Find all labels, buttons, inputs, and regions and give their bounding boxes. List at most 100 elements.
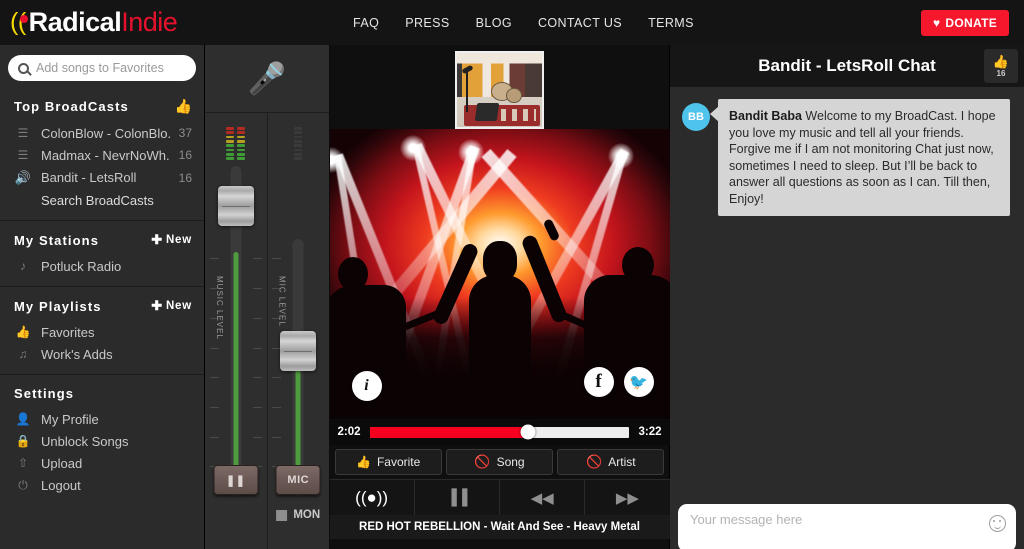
music-vu-meter — [226, 127, 246, 160]
sidebar-item-works-adds[interactable]: ♫ Work's Adds — [0, 343, 204, 365]
nav-item-terms[interactable]: TERMS — [648, 16, 694, 30]
like-count: 16 — [996, 68, 1006, 78]
music-level-label: MUSIC LEVEL — [214, 276, 224, 340]
now-playing-text: RED HOT REBELLION - Wait And See - Heavy… — [359, 521, 640, 533]
live-broadcast-button[interactable]: ((●)) — [329, 480, 415, 515]
main-nav: FAQ PRESS BLOG CONTACT US TERMS — [205, 16, 921, 30]
sidebar-item-colonblow[interactable]: ☰ ColonBlow - ColonBlo... 37 — [0, 122, 204, 144]
music-fader-knob[interactable] — [217, 185, 254, 226]
donate-label: DONATE — [945, 15, 997, 30]
ban-artist-button[interactable]: 🚫 Artist — [557, 449, 665, 475]
broadcast-tower-icon: ☰ — [17, 148, 29, 162]
webcam-thumbnail[interactable] — [455, 51, 544, 129]
mic-toggle-button[interactable]: MIC — [275, 465, 321, 495]
sidebar-item-madmax[interactable]: ☰ Madmax - NevrNoWh... 16 — [0, 144, 204, 166]
monitor-label: MON — [293, 509, 321, 521]
section-header: Top BroadCasts 👍 — [0, 92, 204, 122]
sidebar-item-unblock-songs[interactable]: 🔒 Unblock Songs — [0, 430, 204, 452]
album-artwork[interactable]: i f 🐦 — [329, 129, 670, 419]
sidebar-item-label: Search BroadCasts — [41, 192, 154, 208]
chat-input[interactable]: Your message here — [678, 504, 1016, 549]
previous-icon: ◀◀ — [530, 489, 554, 507]
broadcast-wave-icon: (( — [10, 8, 26, 36]
sidebar-item-label: Unblock Songs — [41, 433, 129, 449]
pause-button[interactable]: ▐▐ — [414, 480, 500, 515]
ban-song-button[interactable]: 🚫 Song — [445, 449, 554, 475]
thumbs-up-icon: 👍 — [15, 325, 31, 339]
nav-item-faq[interactable]: FAQ — [353, 16, 379, 30]
sidebar-item-favorites[interactable]: 👍 Favorites — [0, 321, 204, 343]
chat-header: Bandit - LetsRoll Chat 👍 16 — [670, 45, 1024, 87]
donate-button[interactable]: ♥ DONATE — [920, 9, 1009, 36]
section-title: Top BroadCasts — [14, 99, 129, 114]
monitor-toggle[interactable]: MON — [276, 509, 320, 521]
facebook-share-button[interactable]: f — [583, 367, 614, 397]
sidebar-item-label: Upload — [41, 455, 83, 471]
mixer-panel: 🎤 MUSIC LEVEL ❚❚ MIC LEVEL MIC MON — [205, 45, 330, 549]
thumbs-up-icon: 👍 — [992, 53, 1010, 69]
player-actions: 👍 Favorite 🚫 Song 🚫 Artist — [330, 445, 670, 479]
sidebar-section-top-broadcasts: Top BroadCasts 👍 ☰ ColonBlow - ColonBlo.… — [0, 87, 204, 221]
music-pause-button[interactable]: ❚❚ — [213, 465, 259, 495]
next-icon: ▶▶ — [615, 489, 639, 507]
playlist-icon: ♫ — [18, 347, 28, 361]
ban-icon: 🚫 — [586, 454, 603, 469]
heart-icon: ♥ — [932, 15, 941, 30]
like-button[interactable]: 👍 16 — [984, 49, 1018, 83]
sidebar: Top BroadCasts 👍 ☰ ColonBlow - ColonBlo.… — [0, 45, 205, 549]
sidebar-item-label: Madmax - NevrNoWh... — [41, 147, 170, 163]
music-channel-bottom: ❚❚ — [205, 461, 267, 549]
favorite-button[interactable]: 👍 Favorite — [334, 449, 442, 475]
chat-input-wrap: Your message here — [670, 504, 1024, 549]
sidebar-item-potluck-radio[interactable]: ♪ Potluck Radio — [0, 255, 204, 277]
sidebar-search-wrap — [0, 45, 204, 87]
progress-bar: 2:02 3:22 — [329, 419, 670, 445]
search-input[interactable] — [36, 61, 186, 75]
next-button[interactable]: ▶▶ — [585, 480, 670, 515]
logo-dot — [19, 14, 28, 23]
guitarist-left-silhouette — [329, 251, 442, 419]
seek-slider[interactable] — [369, 424, 630, 440]
ban-song-label: Song — [496, 455, 525, 469]
sidebar-section-settings: Settings 👤 My Profile 🔒 Unblock Songs ⇧ … — [0, 375, 204, 505]
new-playlist-button[interactable]: ✚ New — [151, 298, 192, 314]
sidebar-section-my-stations: My Stations ✚ New ♪ Potluck Radio — [0, 221, 204, 287]
twitter-share-button[interactable]: 🐦 — [623, 367, 654, 397]
chat-panel: Bandit - LetsRoll Chat 👍 16 BB Bandit Ba… — [670, 45, 1024, 549]
progress-thumb[interactable] — [520, 424, 536, 440]
sidebar-item-bandit-letsroll[interactable]: 🔊 Bandit - LetsRoll 16 — [0, 166, 204, 189]
pause-icon: ❚❚ — [226, 474, 246, 487]
smiley-icon[interactable] — [989, 515, 1006, 532]
nav-item-contact-us[interactable]: CONTACT US — [538, 16, 622, 30]
elapsed-time: 2:02 — [337, 426, 361, 438]
transport-controls: ((●)) ▐▐ ◀◀ ▶▶ — [329, 479, 670, 515]
webcam-mic-stand — [465, 69, 468, 113]
progress-fill — [369, 426, 529, 438]
logo[interactable]: (( Radical Indie — [0, 0, 205, 45]
sidebar-item-upload[interactable]: ⇧ Upload — [0, 452, 204, 474]
app-root: (( Radical Indie FAQ PRESS BLOG CONTACT … — [0, 0, 1024, 549]
microphone-icon[interactable]: 🎤 — [248, 63, 287, 94]
new-station-button[interactable]: ✚ New — [151, 232, 192, 248]
sidebar-item-label: Logout — [41, 477, 81, 493]
singer-silhouette — [430, 213, 569, 416]
sidebar-item-logout[interactable]: ⏻ Logout — [0, 474, 204, 496]
sidebar-item-label: My Profile — [41, 411, 99, 427]
mic-fader-knob[interactable] — [280, 331, 317, 371]
new-label: New — [165, 234, 192, 246]
info-button[interactable]: i — [351, 371, 382, 401]
user-icon: 👤 — [15, 412, 31, 426]
sidebar-item-my-profile[interactable]: 👤 My Profile — [0, 408, 204, 430]
sidebar-item-label: Favorites — [41, 324, 95, 340]
thumbs-up-icon[interactable]: 👍 — [175, 98, 192, 115]
nav-item-press[interactable]: PRESS — [405, 16, 449, 30]
mic-fader[interactable]: MIC LEVEL — [272, 166, 321, 496]
previous-button[interactable]: ◀◀ — [500, 480, 586, 515]
nav-item-blog[interactable]: BLOG — [476, 16, 512, 30]
sidebar-item-search-broadcasts[interactable]: Search BroadCasts — [0, 189, 204, 211]
search-icon — [18, 62, 29, 74]
message-text: Welcome to my BroadCast. I hope you love… — [729, 109, 996, 206]
chat-messages: BB Bandit Baba Welcome to my BroadCast. … — [670, 87, 1024, 504]
music-fader[interactable]: MUSIC LEVEL — [209, 166, 262, 496]
search-box[interactable] — [8, 55, 196, 81]
